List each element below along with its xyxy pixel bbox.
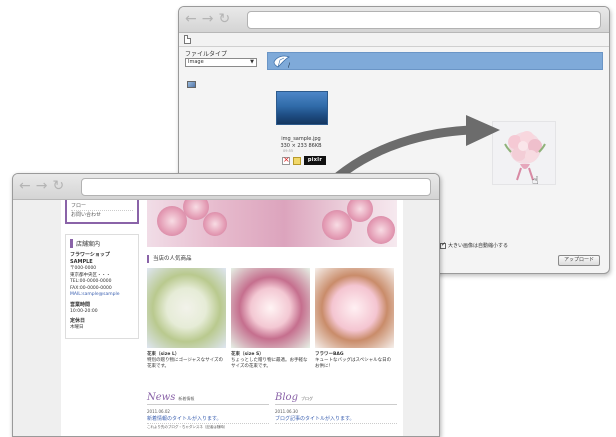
forward-arrow-icon[interactable]: →: [36, 178, 48, 194]
hours-label: 営業時間: [70, 301, 91, 308]
filetype-label: ファイルタイプ: [185, 51, 228, 58]
sidebar-item-flow[interactable]: フロー: [71, 202, 133, 211]
chevron-down-icon: ▼: [250, 59, 254, 65]
forward-arrow-icon[interactable]: →: [202, 11, 214, 27]
product-list: 花束（size L） 特別の贈り物にゴージャスなサイズの花束です。 花束（siz…: [147, 268, 397, 370]
news-title: News: [147, 392, 176, 403]
reload-icon[interactable]: ↻: [52, 178, 64, 194]
resize-option: 大きい画像は自動縮小する: [440, 241, 509, 249]
page-document-icon: [184, 35, 191, 44]
filetype-select-value: Image: [188, 59, 204, 65]
delete-icon[interactable]: [282, 155, 290, 165]
product-card[interactable]: フラワーBAG キュートなバッグはスペシャルな日のお供に！: [315, 268, 394, 370]
image-folder-icon[interactable]: [187, 81, 196, 88]
store-heading: 店舗案内: [70, 239, 134, 248]
file-thumbnail[interactable]: [276, 91, 328, 125]
store-mail[interactable]: MAIL:sample@sample: [70, 292, 134, 299]
store-info: 店舗案内 フラワーショップ SAMPLE 〒000-0000 東京都中央区・・・…: [65, 234, 139, 339]
browser-toolbar: ← → ↻: [179, 7, 609, 33]
nav-buttons: ← → ↻: [185, 11, 230, 27]
reload-icon[interactable]: ↻: [218, 11, 230, 27]
product-image[interactable]: [315, 268, 394, 348]
edit-icon[interactable]: [293, 156, 301, 165]
back-arrow-icon[interactable]: ←: [19, 178, 31, 194]
sidebar: フロー お問い合わせ 店舗案内 フラワーショップ SAMPLE 〒000-000…: [65, 200, 139, 339]
filetype-select[interactable]: Image ▼: [185, 58, 257, 67]
file-meta: 330 × 233 86KB: [280, 143, 322, 149]
nav-buttons: ← → ↻: [19, 178, 64, 194]
holiday-value: 木曜日: [70, 325, 84, 330]
product-card[interactable]: 花束（size L） 特別の贈り物にゴージャスなサイズの花束です。: [147, 268, 226, 370]
hours-value: 10:00-20:00: [70, 308, 98, 314]
news-subtitle: 新着情報: [178, 396, 195, 401]
main-content: 当店の人気商品 花束（size L） 特別の贈り物にゴージャスなサイズの花束です…: [147, 200, 397, 430]
product-desc: 特別の贈り物にゴージャスなサイズの花束です。: [147, 358, 224, 369]
popular-heading: 当店の人気商品: [147, 255, 397, 263]
blog-subtitle: ブログ: [300, 396, 313, 401]
site-page: フロー お問い合わせ 店舗案内 フラワーショップ SAMPLE 〒000-000…: [61, 200, 403, 436]
browser-toolbar: ← → ↻: [13, 174, 439, 200]
file-tools: pixlr: [282, 155, 326, 165]
news-blog-area: News 新着情報 2011.06.02 新着情報のタイトルが入ります。 これよ…: [147, 392, 397, 430]
product-desc: ちょっとした贈り物に最適。お手軽なサイズの花束です。: [231, 358, 308, 369]
tab-bar: [179, 33, 609, 47]
bouquet-image: [504, 131, 546, 181]
svg-text:/: /: [288, 62, 291, 69]
file-extra: 09:55: [283, 149, 294, 153]
sidebar-item-contact[interactable]: お問い合わせ: [71, 211, 133, 219]
file-name: img_sample.jpg: [281, 136, 321, 142]
resize-checkbox[interactable]: [440, 241, 446, 249]
blog-date: 2011.06.30: [275, 409, 298, 414]
product-desc: キュートなバッグはスペシャルな日のお供に！: [315, 358, 392, 369]
product-image[interactable]: [231, 268, 310, 348]
address-bar[interactable]: [247, 11, 601, 29]
back-arrow-icon[interactable]: ←: [185, 11, 197, 27]
blog-post-link[interactable]: ブログ記事のタイトルが入ります。: [275, 416, 397, 424]
blog-section: Blog ブログ 2011.06.30 ブログ記事のタイトルが入ります。: [275, 392, 397, 430]
dragged-image-thumbnail[interactable]: [492, 121, 556, 185]
product-image[interactable]: [147, 268, 226, 348]
product-card[interactable]: 花束（size S） ちょっとした贈り物に最適。お手軽なサイズの花束です。: [231, 268, 310, 370]
sidebar-menu: フロー お問い合わせ: [65, 200, 139, 224]
filetype-banner: /: [267, 52, 603, 70]
hand-cursor-icon: ☝: [532, 174, 539, 187]
store-name: フラワーショップ SAMPLE: [70, 252, 110, 265]
app-logo-icon: /: [273, 55, 291, 69]
blog-title: Blog: [275, 392, 298, 403]
website-window: ← → ↻ フロー お問い合わせ 店舗案内 フラワーショップ SAMPLE 〒0…: [12, 173, 440, 437]
news-header: News 新着情報: [147, 392, 269, 405]
news-section: News 新着情報 2011.06.02 新着情報のタイトルが入ります。 これよ…: [147, 392, 269, 430]
hero-banner: [147, 200, 397, 247]
pixlr-button[interactable]: pixlr: [304, 156, 326, 165]
upload-button[interactable]: アップロード: [558, 255, 600, 266]
resize-label: 大きい画像は自動縮小する: [448, 243, 509, 249]
news-date: 2011.06.02: [147, 409, 170, 414]
holiday-label: 定休日: [70, 318, 86, 324]
filetype-bar: ファイルタイプ Image ▼ /: [183, 49, 603, 71]
address-bar[interactable]: [81, 178, 431, 196]
news-post-sub: これより先のブログ・ちゃダンスネ（記者は随時）: [147, 425, 228, 429]
blog-header: Blog ブログ: [275, 392, 397, 405]
news-post-link[interactable]: 新着情報のタイトルが入ります。: [147, 416, 269, 424]
